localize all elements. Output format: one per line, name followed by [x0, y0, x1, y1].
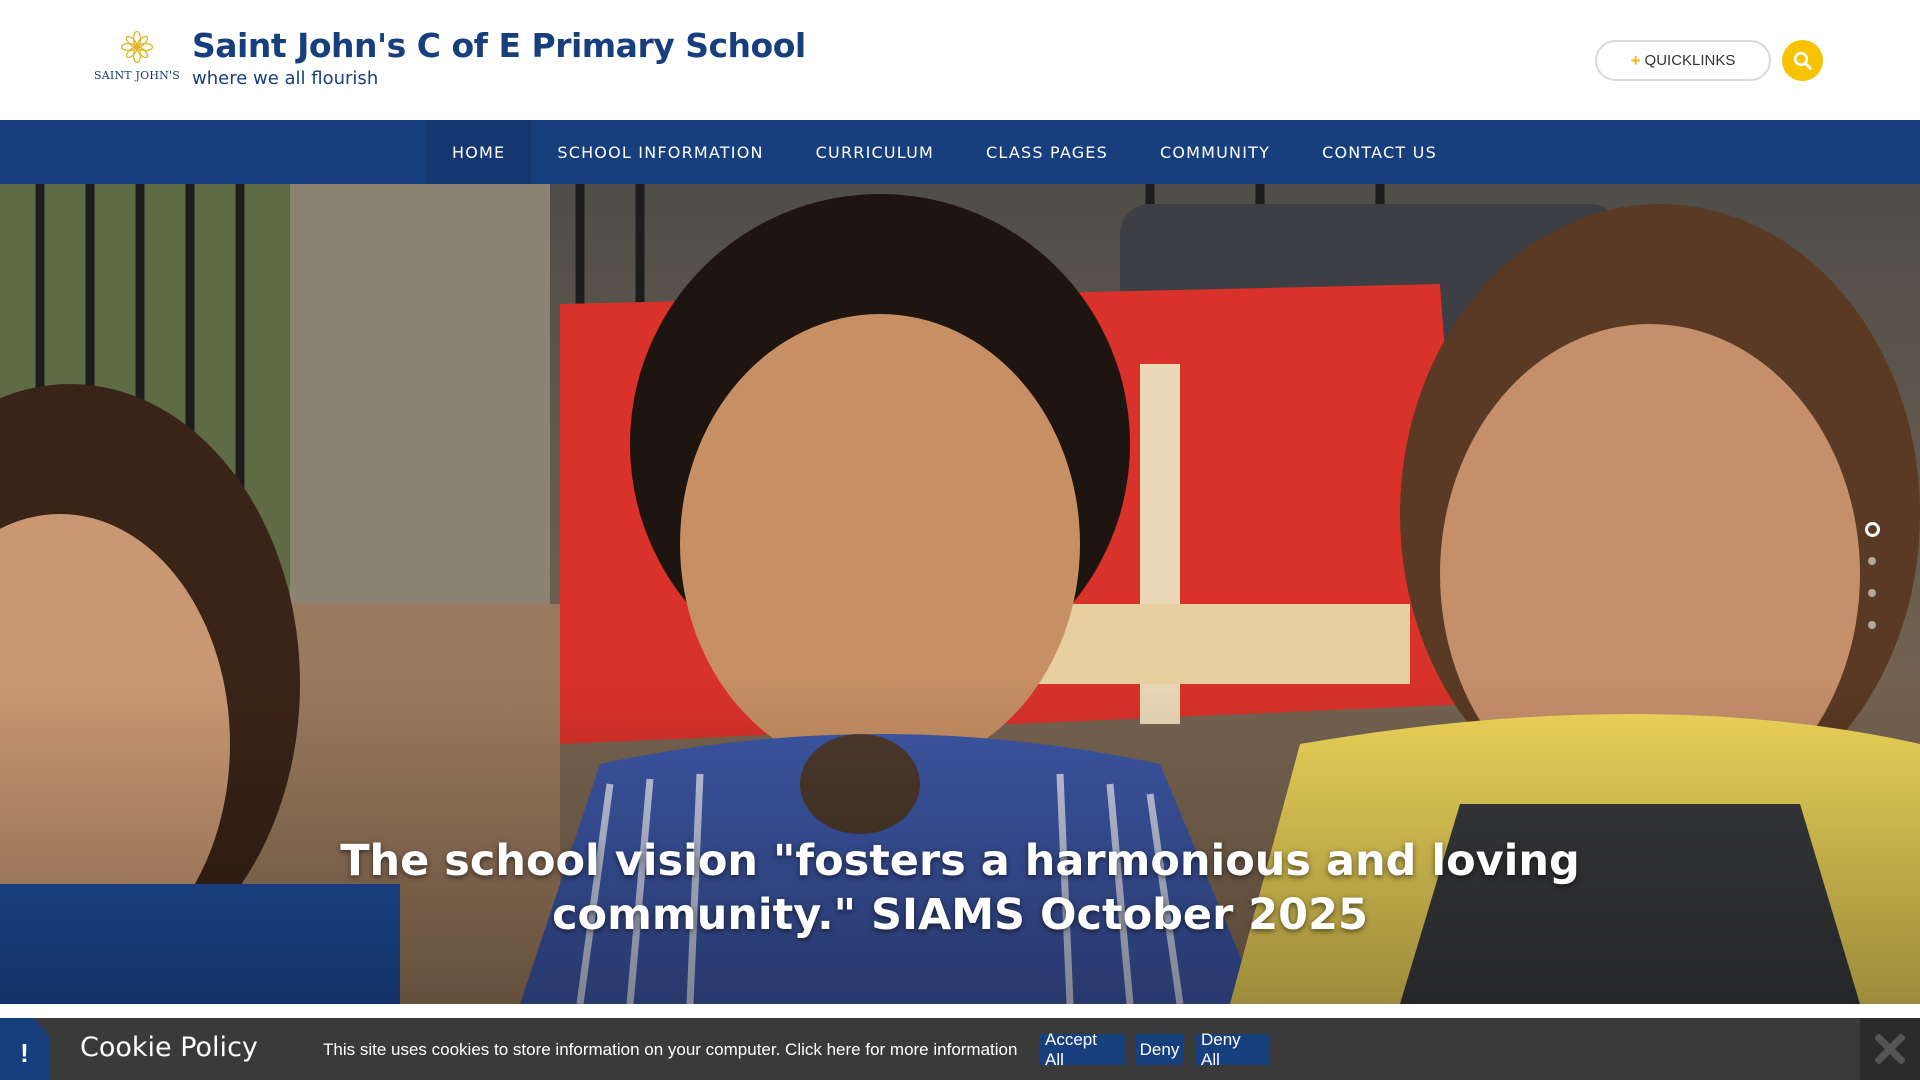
nav-item-community[interactable]: COMMUNITY	[1134, 120, 1296, 184]
search-icon	[1793, 51, 1812, 70]
cookie-info-link[interactable]: This site uses cookies to store informat…	[323, 1040, 1017, 1060]
school-tagline: where we all flourish	[192, 68, 379, 89]
hero-slideshow: The school vision "fosters a harmonious …	[0, 184, 1920, 1004]
slide-dot-3[interactable]	[1868, 589, 1876, 597]
deny-all-button[interactable]: Deny All	[1195, 1030, 1269, 1069]
slide-dot-1[interactable]	[1864, 522, 1880, 537]
nav-item-home[interactable]: HOME	[426, 120, 532, 184]
nav-list: HOME SCHOOL INFORMATION CURRICULUM CLASS…	[426, 120, 1463, 184]
slide-dot-2[interactable]	[1868, 557, 1876, 565]
alert-icon: !	[0, 1018, 49, 1080]
nav-item-school-information[interactable]: SCHOOL INFORMATION	[531, 120, 789, 184]
site-header: SAINT JOHN'S Saint John's C of E Primary…	[0, 0, 1920, 120]
cookie-banner: ! Cookie Policy This site uses cookies t…	[0, 1018, 1920, 1080]
nav-item-curriculum[interactable]: CURRICULUM	[790, 120, 960, 184]
main-nav: HOME SCHOOL INFORMATION CURRICULUM CLASS…	[0, 120, 1920, 184]
nav-item-contact-us[interactable]: CONTACT US	[1296, 120, 1463, 184]
deny-button[interactable]: Deny	[1135, 1034, 1184, 1065]
quicklinks-button[interactable]: + QUICKLINKS	[1595, 40, 1771, 81]
accept-all-button[interactable]: Accept All	[1039, 1030, 1125, 1069]
search-button[interactable]	[1782, 40, 1823, 81]
school-title[interactable]: Saint John's C of E Primary School	[192, 26, 806, 65]
hero-caption: The school vision "fosters a harmonious …	[340, 836, 1580, 940]
plus-icon: +	[1630, 50, 1641, 70]
slider-dots	[1864, 522, 1880, 653]
slide-dot-4[interactable]	[1868, 621, 1876, 629]
cookie-close-button[interactable]	[1860, 1018, 1920, 1080]
flower-logo-icon	[120, 30, 154, 64]
nav-item-class-pages[interactable]: CLASS PAGES	[960, 120, 1134, 184]
cookie-title: Cookie Policy	[80, 1032, 258, 1063]
school-logo[interactable]: SAINT JOHN'S	[94, 30, 180, 90]
quicklinks-label: QUICKLINKS	[1644, 52, 1736, 69]
close-icon	[1875, 1034, 1905, 1064]
logo-text: SAINT JOHN'S	[94, 69, 180, 82]
